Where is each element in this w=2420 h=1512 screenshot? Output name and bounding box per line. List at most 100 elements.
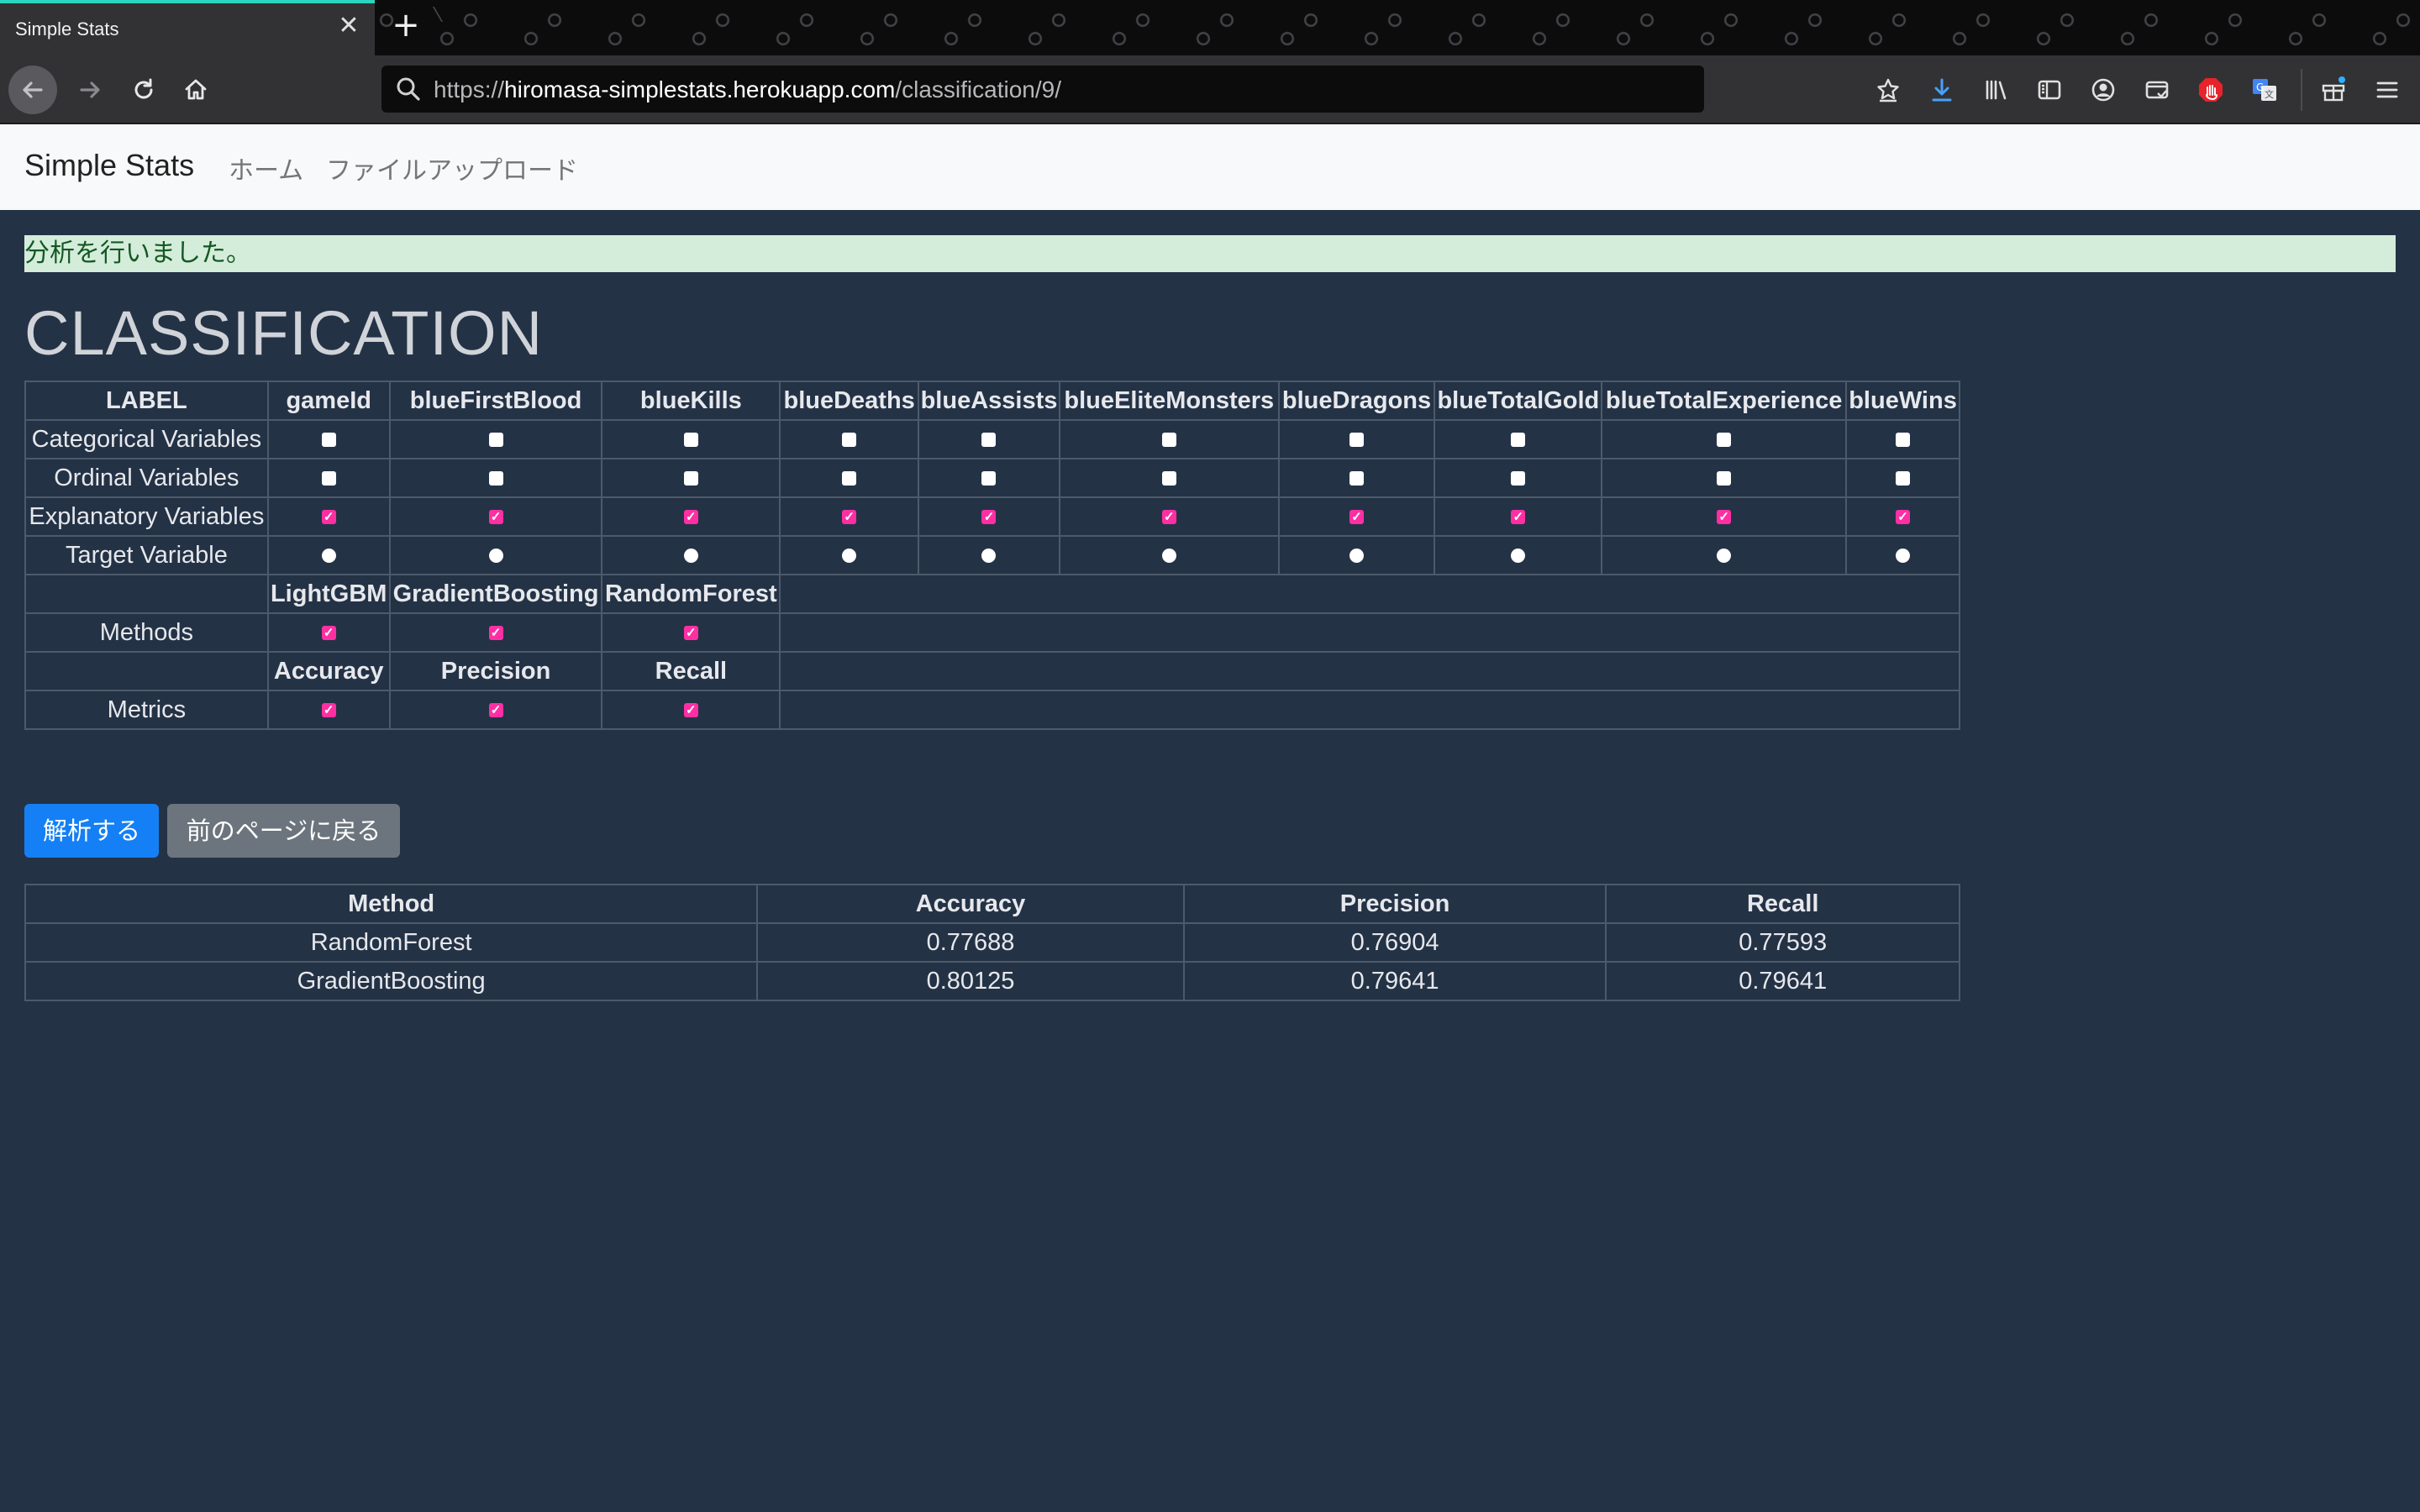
- back-arrow-icon: [23, 81, 43, 98]
- ordinal-checkbox[interactable]: [1349, 471, 1365, 486]
- results-column-header: Method: [24, 884, 759, 924]
- ordinal-checkbox[interactable]: [981, 471, 997, 486]
- categorical-checkbox[interactable]: [1161, 433, 1176, 448]
- categorical-checkbox[interactable]: [321, 433, 336, 448]
- categorical-variables-row: Categorical Variables: [24, 419, 1960, 459]
- back-button[interactable]: [8, 66, 57, 114]
- ordinal-checkbox[interactable]: [1161, 471, 1176, 486]
- nav-link-home[interactable]: ホーム: [229, 150, 303, 186]
- back-to-previous-button[interactable]: 前のページに戻る: [167, 804, 400, 858]
- method-checkbox-checked[interactable]: ✓: [321, 626, 336, 641]
- target-radio[interactable]: [1161, 549, 1176, 564]
- categorical-checkbox[interactable]: [1349, 433, 1365, 448]
- menu-hamburger-icon[interactable]: [2370, 72, 2405, 108]
- url-text[interactable]: https://hiromasa-simplestats.herokuapp.c…: [434, 76, 1061, 103]
- column-header: blueKills: [601, 381, 781, 421]
- extensions-gift-icon[interactable]: [2316, 72, 2351, 108]
- row-label: Methods: [24, 612, 269, 653]
- reload-button[interactable]: [119, 66, 168, 114]
- row-label: Target Variable: [24, 535, 269, 575]
- analyze-button[interactable]: 解析する: [24, 804, 159, 858]
- recall-cell: 0.79641: [1605, 961, 1960, 1001]
- ordinal-checkbox[interactable]: [683, 471, 698, 486]
- site-brand[interactable]: Simple Stats: [24, 148, 194, 183]
- forward-button[interactable]: [66, 66, 114, 114]
- metric-checkbox-checked[interactable]: ✓: [488, 703, 503, 718]
- browser-tab-title: Simple Stats: [15, 18, 119, 39]
- config-table: LABEL gameId blueFirstBlood blueKills bl…: [24, 381, 1960, 730]
- tab-close-icon[interactable]: ✕: [334, 12, 363, 40]
- target-radio[interactable]: [1349, 549, 1365, 564]
- metrics-row: Metrics ✓ ✓ ✓: [24, 690, 1960, 730]
- explanatory-checkbox-checked[interactable]: ✓: [981, 510, 997, 525]
- explanatory-checkbox-checked[interactable]: ✓: [1511, 510, 1526, 525]
- target-radio[interactable]: [1511, 549, 1526, 564]
- explanatory-checkbox-checked[interactable]: ✓: [1349, 510, 1365, 525]
- ordinal-checkbox[interactable]: [1896, 471, 1911, 486]
- categorical-checkbox[interactable]: [1896, 433, 1911, 448]
- results-table: Method Accuracy Precision Recall RandomF…: [24, 884, 1960, 1001]
- tab-strip: Simple Stats ✕ +: [0, 0, 2420, 55]
- ordinal-checkbox[interactable]: [1511, 471, 1526, 486]
- target-radio[interactable]: [488, 549, 503, 564]
- method-checkbox-checked[interactable]: ✓: [488, 626, 503, 641]
- accuracy-cell: 0.80125: [756, 961, 1185, 1001]
- download-icon[interactable]: [1924, 72, 1960, 108]
- url-bar[interactable]: https://hiromasa-simplestats.herokuapp.c…: [381, 66, 1704, 113]
- library-icon[interactable]: [1978, 72, 2013, 108]
- explanatory-checkbox-checked[interactable]: ✓: [683, 510, 698, 525]
- target-radio[interactable]: [1717, 549, 1732, 564]
- url-path: /classification/9/: [895, 76, 1061, 102]
- page-title: CLASSIFICATION: [24, 298, 544, 368]
- explanatory-checkbox-checked[interactable]: ✓: [321, 510, 336, 525]
- empty-cell: [779, 651, 1960, 691]
- svg-text:文: 文: [2265, 88, 2274, 100]
- ordinal-checkbox[interactable]: [1717, 471, 1732, 486]
- ordinal-variables-row: Ordinal Variables: [24, 458, 1960, 498]
- target-radio[interactable]: [321, 549, 336, 564]
- new-tab-button[interactable]: +: [388, 8, 424, 44]
- translate-icon[interactable]: G文: [2247, 72, 2282, 108]
- empty-cell: [779, 690, 1960, 730]
- screenshot-icon[interactable]: [2139, 72, 2175, 108]
- browser-tab[interactable]: Simple Stats ✕: [0, 0, 375, 55]
- target-radio[interactable]: [842, 549, 857, 564]
- ordinal-checkbox[interactable]: [488, 471, 503, 486]
- adblock-icon[interactable]: [2193, 72, 2228, 108]
- metrics-header-row: Accuracy Precision Recall: [24, 651, 1960, 691]
- results-column-header: Precision: [1182, 884, 1607, 924]
- account-icon[interactable]: [2086, 72, 2121, 108]
- explanatory-checkbox-checked[interactable]: ✓: [1161, 510, 1176, 525]
- target-radio[interactable]: [1896, 549, 1911, 564]
- categorical-checkbox[interactable]: [842, 433, 857, 448]
- empty-cell: [24, 651, 269, 691]
- site-navbar: Simple Stats ホーム ファイルアップロード: [0, 124, 2420, 210]
- row-label: Categorical Variables: [24, 419, 269, 459]
- accuracy-cell: 0.77688: [756, 922, 1185, 963]
- bookmark-star-icon[interactable]: [1870, 72, 1906, 108]
- explanatory-checkbox-checked[interactable]: ✓: [1717, 510, 1732, 525]
- nav-link-file-upload[interactable]: ファイルアップロード: [326, 150, 578, 186]
- explanatory-checkbox-checked[interactable]: ✓: [488, 510, 503, 525]
- metric-checkbox-checked[interactable]: ✓: [683, 703, 698, 718]
- target-radio[interactable]: [683, 549, 698, 564]
- column-header: blueAssists: [918, 381, 1060, 421]
- table-row: GradientBoosting 0.80125 0.79641 0.79641: [24, 961, 1960, 1001]
- explanatory-checkbox-checked[interactable]: ✓: [1896, 510, 1911, 525]
- ordinal-checkbox[interactable]: [321, 471, 336, 486]
- target-radio[interactable]: [981, 549, 997, 564]
- ordinal-checkbox[interactable]: [842, 471, 857, 486]
- metric-checkbox-checked[interactable]: ✓: [321, 703, 336, 718]
- home-button[interactable]: [171, 66, 220, 114]
- explanatory-checkbox-checked[interactable]: ✓: [842, 510, 857, 525]
- method-checkbox-checked[interactable]: ✓: [683, 626, 698, 641]
- categorical-checkbox[interactable]: [1511, 433, 1526, 448]
- sidebar-icon[interactable]: [2032, 72, 2067, 108]
- categorical-checkbox[interactable]: [683, 433, 698, 448]
- categorical-checkbox[interactable]: [488, 433, 503, 448]
- browser-toolbar: https://hiromasa-simplestats.herokuapp.c…: [0, 55, 2420, 124]
- categorical-checkbox[interactable]: [1717, 433, 1732, 448]
- empty-cell: [24, 574, 269, 614]
- row-label: Explanatory Variables: [24, 496, 269, 537]
- categorical-checkbox[interactable]: [981, 433, 997, 448]
